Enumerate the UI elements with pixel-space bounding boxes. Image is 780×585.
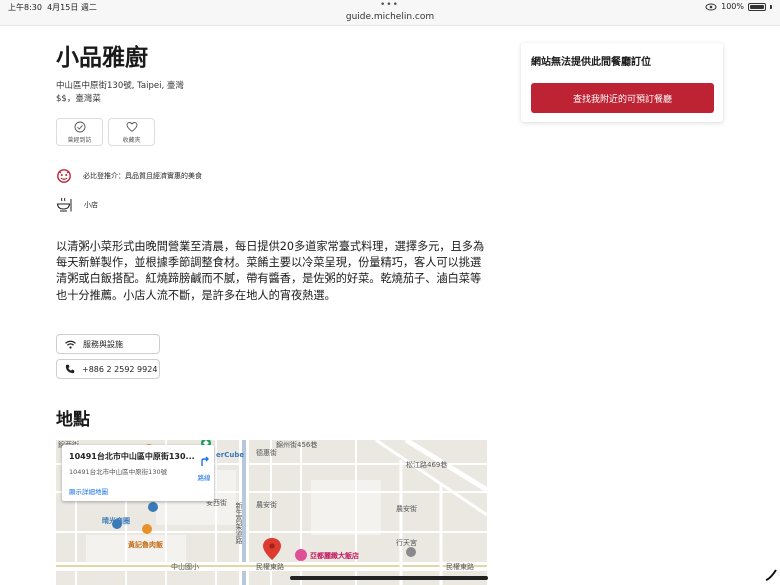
home-indicator[interactable] (290, 576, 488, 580)
directions-button[interactable]: 路線 (194, 452, 214, 482)
restaurant-type-row: 小店 (56, 196, 98, 213)
map-label-songjiang: 松江路469巷 (406, 461, 448, 469)
restaurant-type-text: 小店 (84, 200, 98, 209)
check-circle-icon (74, 121, 85, 132)
directions-icon (201, 456, 209, 466)
map-label-yadu: 亞都麗緻大飯店 (310, 552, 359, 560)
restaurant-title: 小品雅廚 (56, 44, 148, 71)
location-map[interactable]: 錦西街 erCube 德惠街 錦州街456巷 松江路469巷 新生高架道路 晴光… (56, 440, 487, 585)
phone-icon (65, 364, 75, 374)
location-heading: 地點 (56, 410, 90, 430)
pencil-icon[interactable] (764, 568, 778, 582)
restaurant-address: 中山區中原街130號, Taipei, 臺灣 (56, 81, 184, 91)
tab-menu-dots-icon[interactable]: ••• (380, 0, 399, 10)
bib-gourmand-row: 必比登推介：具品質且經濟實惠的美食 (56, 168, 202, 184)
visited-label: 曾經到訪 (67, 136, 92, 144)
wifi-icon (65, 340, 76, 349)
map-label-huangji: 黃記魯肉飯 (128, 541, 163, 549)
restaurant-price-cuisine: $$，臺灣菜 (56, 94, 101, 104)
map-label-jiuling: 錦州街456巷 (276, 441, 318, 449)
battery-icon (748, 2, 766, 11)
map-label-minquan: 民權東路 (256, 563, 284, 571)
phone-number: +886 2 2592 9924 (82, 364, 158, 374)
favorite-label: 收藏夾 (122, 136, 141, 144)
status-date: 4月15日 週二 (47, 3, 97, 12)
view-larger-map-link[interactable]: 顯示詳細地圖 (69, 486, 108, 496)
map-label-qingguang: 晴光商圈 (102, 517, 130, 525)
browser-status-bar: 上午8:30 4月15日 週二 ••• guide.michelin.com 1… (0, 0, 780, 26)
find-bookable-restaurants-button[interactable]: 查找我附近的可預訂餐廳 (531, 83, 714, 113)
map-place-name: 10491台北市中山區中原街130... (69, 452, 195, 461)
restaurant-description: 以清粥小菜形式由晚間營業至清晨，每日提供20多道家常臺式料理，選擇多元，且多為每… (56, 240, 485, 302)
map-label-nongan-right: 農安街 (396, 505, 417, 513)
bib-gourmand-icon (57, 169, 71, 183)
map-place-card: 10491台北市中山區中原街130... 10491台北市中山區中原街130號 … (62, 445, 214, 501)
screen-mirror-icon (705, 3, 717, 10)
status-right: 100% (705, 2, 772, 11)
bib-gourmand-text: 必比登推介：具品質且經濟實惠的美食 (83, 172, 202, 180)
status-clock: 上午8:30 (8, 3, 42, 12)
booking-card: 網站無法提供此間餐廳訂位 查找我附近的可預訂餐廳 (521, 43, 723, 122)
booking-heading: 網站無法提供此間餐廳訂位 (531, 57, 651, 68)
visited-button[interactable]: 曾經到訪 (56, 118, 103, 146)
battery-percent: 100% (721, 2, 744, 11)
map-place-address: 10491台北市中山區中原街130號 (69, 468, 168, 476)
heart-icon (126, 121, 137, 132)
map-label-nongan: 農安街 (256, 501, 277, 509)
battery-tip (770, 4, 772, 9)
directions-label: 路線 (197, 474, 211, 482)
map-label-xingtiangong: 行天宮 (396, 539, 417, 547)
facilities-button[interactable]: 服務與設施 (56, 334, 160, 354)
phone-button[interactable]: +886 2 2592 9924 (56, 359, 160, 379)
favorite-button[interactable]: 收藏夾 (108, 118, 155, 146)
map-label-minquan-2: 民權東路 (446, 563, 474, 571)
map-label-zhongshan-elem: 中山國小 (171, 563, 199, 571)
facilities-label: 服務與設施 (83, 339, 123, 349)
url-bar[interactable]: guide.michelin.com (0, 12, 780, 22)
bowl-icon (56, 197, 72, 212)
map-label-cube: erCube (216, 451, 245, 459)
map-label-xinsheng: 新生高架道路 (235, 502, 243, 544)
map-label-desheng: 德惠街 (256, 449, 277, 457)
